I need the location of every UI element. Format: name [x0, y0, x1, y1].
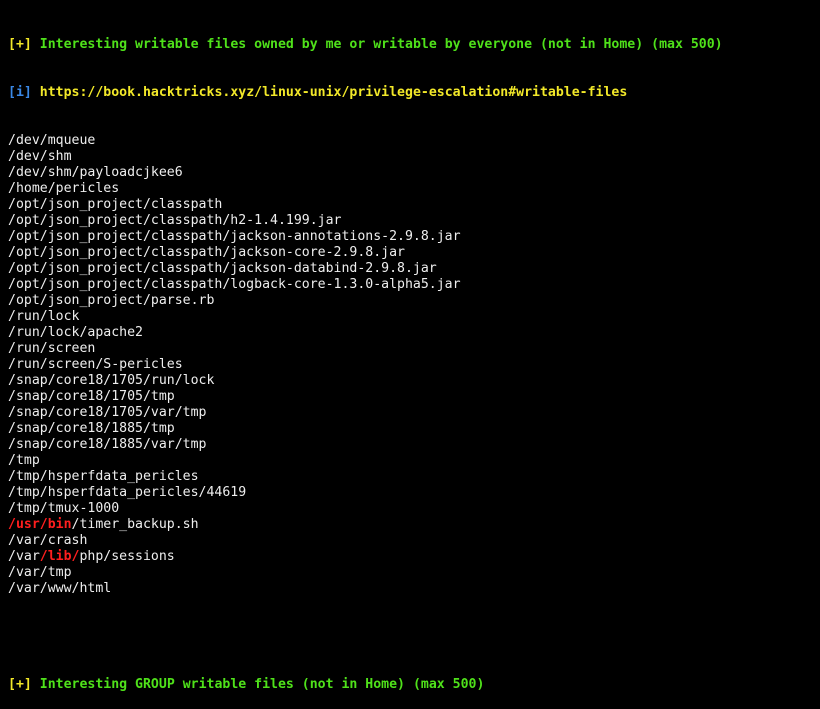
- path-segment: php/sessions: [79, 549, 175, 564]
- highlighted-path-segment: /usr/bin: [8, 517, 72, 532]
- path-segment: /opt/json_project/classpath/h2-1.4.199.j…: [8, 213, 342, 228]
- file-path-line: /opt/json_project/classpath: [8, 197, 723, 213]
- path-segment: /tmp/hsperfdata_pericles/44619: [8, 485, 247, 500]
- path-segment: /snap/core18/1885/var/tmp: [8, 437, 207, 452]
- info-line: [i] https://book.hacktricks.xyz/linux-un…: [8, 85, 723, 101]
- file-path-line: /dev/shm/payloadcjkee6: [8, 165, 723, 181]
- path-segment: /snap/core18/1885/tmp: [8, 421, 175, 436]
- file-path-line: /var/www/html: [8, 581, 723, 597]
- file-path-line: /snap/core18/1705/tmp: [8, 389, 723, 405]
- file-list: /dev/mqueue/dev/shm/dev/shm/payloadcjkee…: [8, 133, 723, 597]
- file-path-line: /var/tmp: [8, 565, 723, 581]
- next-section-header: [+] Interesting GROUP writable files (no…: [8, 677, 723, 693]
- path-segment: /tmp/tmux-1000: [8, 501, 120, 516]
- file-path-line: /run/lock/apache2: [8, 325, 723, 341]
- file-path-line: /opt/json_project/classpath/logback-core…: [8, 277, 723, 293]
- file-path-line: /run/screen: [8, 341, 723, 357]
- section-title: Interesting GROUP writable files (not in…: [39, 677, 485, 692]
- section-title: Interesting writable files owned by me o…: [39, 37, 723, 52]
- file-path-line: /home/pericles: [8, 181, 723, 197]
- path-segment: /opt/json_project/classpath/jackson-data…: [8, 261, 437, 276]
- path-segment: /tmp/hsperfdata_pericles: [8, 469, 199, 484]
- path-segment: /tmp: [8, 453, 40, 468]
- path-segment: /home/pericles: [8, 181, 120, 196]
- path-segment: /opt/json_project/classpath: [8, 197, 223, 212]
- path-segment: /run/lock/apache2: [8, 325, 143, 340]
- path-segment: /dev/shm: [8, 149, 72, 164]
- file-path-line: /opt/json_project/classpath/jackson-data…: [8, 261, 723, 277]
- reference-link[interactable]: https://book.hacktricks.xyz/linux-unix/p…: [40, 85, 628, 100]
- file-path-line: /snap/core18/1885/var/tmp: [8, 437, 723, 453]
- path-segment: /var/www/html: [8, 581, 112, 596]
- path-segment: /dev/mqueue: [8, 133, 96, 148]
- file-path-line: /opt/json_project/classpath/h2-1.4.199.j…: [8, 213, 723, 229]
- path-segment: /opt/json_project/classpath/jackson-anno…: [8, 229, 461, 244]
- section-header: [+] Interesting writable files owned by …: [8, 37, 723, 53]
- path-segment: /snap/core18/1705/var/tmp: [8, 405, 207, 420]
- file-path-line: /tmp: [8, 453, 723, 469]
- file-path-line: /snap/core18/1705/run/lock: [8, 373, 723, 389]
- file-path-line: /opt/json_project/classpath/jackson-core…: [8, 245, 723, 261]
- file-path-line: /run/screen/S-pericles: [8, 357, 723, 373]
- file-path-line: /var/lib/php/sessions: [8, 549, 723, 565]
- path-segment: /run/screen: [8, 341, 96, 356]
- path-segment: /dev/shm/payloadcjkee6: [8, 165, 183, 180]
- path-segment: /timer_backup.sh: [71, 517, 199, 532]
- file-path-line: /opt/json_project/classpath/jackson-anno…: [8, 229, 723, 245]
- path-segment: /run/lock: [8, 309, 80, 324]
- path-segment: /snap/core18/1705/run/lock: [8, 373, 215, 388]
- path-segment: /opt/json_project/classpath/jackson-core…: [8, 245, 405, 260]
- path-segment: /var: [8, 549, 40, 564]
- highlighted-path-segment: /lib/: [39, 549, 80, 564]
- file-path-line: /tmp/hsperfdata_pericles: [8, 469, 723, 485]
- path-segment: /run/screen/S-pericles: [8, 357, 183, 372]
- file-path-line: /usr/bin/timer_backup.sh: [8, 517, 723, 533]
- file-path-line: /dev/mqueue: [8, 133, 723, 149]
- path-segment: /opt/json_project/parse.rb: [8, 293, 215, 308]
- file-path-line: /snap/core18/1705/var/tmp: [8, 405, 723, 421]
- path-segment: /snap/core18/1705/tmp: [8, 389, 175, 404]
- path-segment: /var/tmp: [8, 565, 72, 580]
- path-segment: /opt/json_project/classpath/logback-core…: [8, 277, 461, 292]
- file-path-line: /opt/json_project/parse.rb: [8, 293, 723, 309]
- path-segment: /var/crash: [8, 533, 88, 548]
- terminal-output: [+] Interesting writable files owned by …: [8, 5, 723, 709]
- file-path-line: /var/crash: [8, 533, 723, 549]
- plus-marker: [+]: [8, 37, 32, 52]
- file-path-line: /tmp/tmux-1000: [8, 501, 723, 517]
- file-path-line: /snap/core18/1885/tmp: [8, 421, 723, 437]
- file-path-line: /tmp/hsperfdata_pericles/44619: [8, 485, 723, 501]
- info-marker: [i]: [8, 85, 32, 100]
- file-path-line: /run/lock: [8, 309, 723, 325]
- plus-marker: [+]: [8, 677, 32, 692]
- file-path-line: /dev/shm: [8, 149, 723, 165]
